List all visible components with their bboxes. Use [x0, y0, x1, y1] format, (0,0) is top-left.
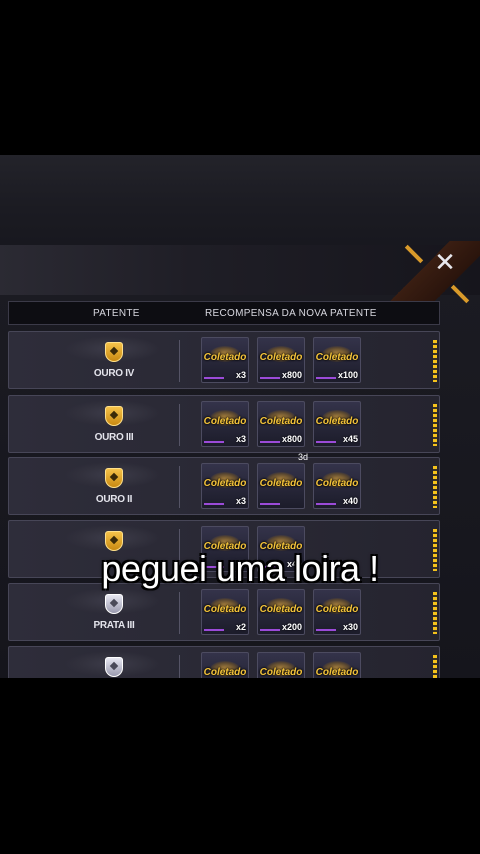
reward-item[interactable]: Coletado x200 [257, 589, 305, 635]
row-divider [179, 655, 180, 678]
collected-label: Coletado [315, 667, 359, 678]
reward-quantity: x3 [235, 496, 246, 506]
rarity-bar [204, 629, 224, 631]
gold-rank-icon [105, 342, 123, 362]
progress-stripe [433, 404, 437, 446]
rarity-bar [204, 441, 224, 443]
gold-rank-icon [105, 468, 123, 488]
reward-quantity: x800 [281, 434, 302, 444]
reward-quantity: x40 [342, 496, 358, 506]
reward-quantity: x200 [281, 622, 302, 632]
rank-name: OURO II [95, 494, 133, 505]
silver-rank-icon [105, 657, 123, 677]
rank-row[interactable]: OURO IV Coletado x3 Coletado x800 Coletado x10… [8, 331, 440, 389]
reward-item[interactable]: Coletado x3 [201, 401, 249, 447]
rank-name: PRATA III [93, 620, 135, 631]
reward-quantity: x45 [342, 434, 358, 444]
row-divider [179, 592, 180, 634]
progress-stripe [433, 592, 437, 634]
top-background [0, 155, 480, 245]
rank-name: OURO III [94, 432, 134, 443]
silver-rank-icon [105, 594, 123, 614]
rarity-bar [316, 629, 336, 631]
header-reward-label: RECOMPENSA DA NOVA PATENTE [205, 308, 377, 319]
reward-item[interactable]: Coletado x2 [201, 589, 249, 635]
reward-quantity: x2 [235, 622, 246, 632]
rarity-bar [260, 503, 280, 505]
reward-item[interactable]: Coletado x800 [257, 401, 305, 447]
rarity-bar [316, 441, 336, 443]
reward-item[interactable]: Coletado x3 [201, 337, 249, 383]
close-icon[interactable]: ✕ [430, 247, 460, 277]
reward-quantity: x3 [235, 370, 246, 380]
reward-item[interactable]: Coletado [257, 652, 305, 678]
rank-badge-area: PRATA III [9, 584, 179, 640]
game-screen: ✕ PATENTE RECOMPENSA DA NOVA PATENTE OUR… [0, 155, 480, 678]
rarity-bar [260, 629, 280, 631]
rank-name: OURO IV [93, 368, 135, 379]
row-divider [179, 340, 180, 382]
collected-label: Coletado [315, 352, 359, 363]
video-caption: peguei uma loira ! [101, 548, 379, 589]
collected-label: Coletado [259, 604, 303, 615]
table-header: PATENTE RECOMPENSA DA NOVA PATENTE [8, 301, 440, 325]
collected-label: Coletado [259, 416, 303, 427]
rarity-bar [316, 503, 336, 505]
reward-quantity: x3 [235, 434, 246, 444]
reward-item[interactable]: Coletado [201, 652, 249, 678]
reward-item[interactable]: Coletado x800 [257, 337, 305, 383]
collected-label: Coletado [203, 604, 247, 615]
collected-label: Coletado [203, 478, 247, 489]
collected-label: Coletado [315, 416, 359, 427]
rank-badge-area [9, 647, 179, 678]
progress-stripe [433, 340, 437, 382]
row-divider [179, 404, 180, 446]
rank-row[interactable]: Coletado Coletado Coletado [8, 646, 440, 678]
header-rank-label: PATENTE [93, 308, 140, 319]
collected-label: Coletado [315, 478, 359, 489]
reward-item[interactable]: Coletado x3 [201, 463, 249, 509]
rank-badge-area: OURO IV [9, 332, 179, 388]
rank-row[interactable]: OURO III Coletado x3 Coletado x800 Coletado x4… [8, 395, 440, 453]
reward-item[interactable]: Coletado x40 [313, 463, 361, 509]
duration-tag: 3d [297, 452, 308, 462]
rarity-bar [204, 377, 224, 379]
rank-badge-area: OURO II [9, 458, 179, 514]
collected-label: Coletado [259, 478, 303, 489]
rank-badge-area: OURO III [9, 396, 179, 452]
rank-row[interactable]: PRATA III Coletado x2 Coletado x200 Coletado x… [8, 583, 440, 641]
rarity-bar [316, 377, 336, 379]
reward-item[interactable]: Coletado 3d [257, 452, 308, 509]
rank-row[interactable]: OURO II Coletado x3 Coletado 3d Coletado x40 [8, 452, 440, 515]
progress-stripe [433, 466, 437, 508]
reward-item[interactable]: Coletado x30 [313, 589, 361, 635]
collected-label: Coletado [203, 352, 247, 363]
rarity-bar [260, 441, 280, 443]
reward-quantity: x30 [342, 622, 358, 632]
rarity-bar [260, 377, 280, 379]
reward-quantity: x800 [281, 370, 302, 380]
reward-item[interactable]: Coletado [313, 652, 361, 678]
collected-label: Coletado [259, 352, 303, 363]
collected-label: Coletado [203, 416, 247, 427]
rarity-bar [204, 503, 224, 505]
reward-item[interactable]: Coletado x45 [313, 401, 361, 447]
collected-label: Coletado [259, 667, 303, 678]
progress-stripe [433, 655, 437, 678]
gold-rank-icon [105, 406, 123, 426]
collected-label: Coletado [315, 604, 359, 615]
reward-item[interactable]: Coletado x100 [313, 337, 361, 383]
reward-quantity: x100 [337, 370, 358, 380]
row-divider [179, 466, 180, 508]
collected-label: Coletado [203, 667, 247, 678]
